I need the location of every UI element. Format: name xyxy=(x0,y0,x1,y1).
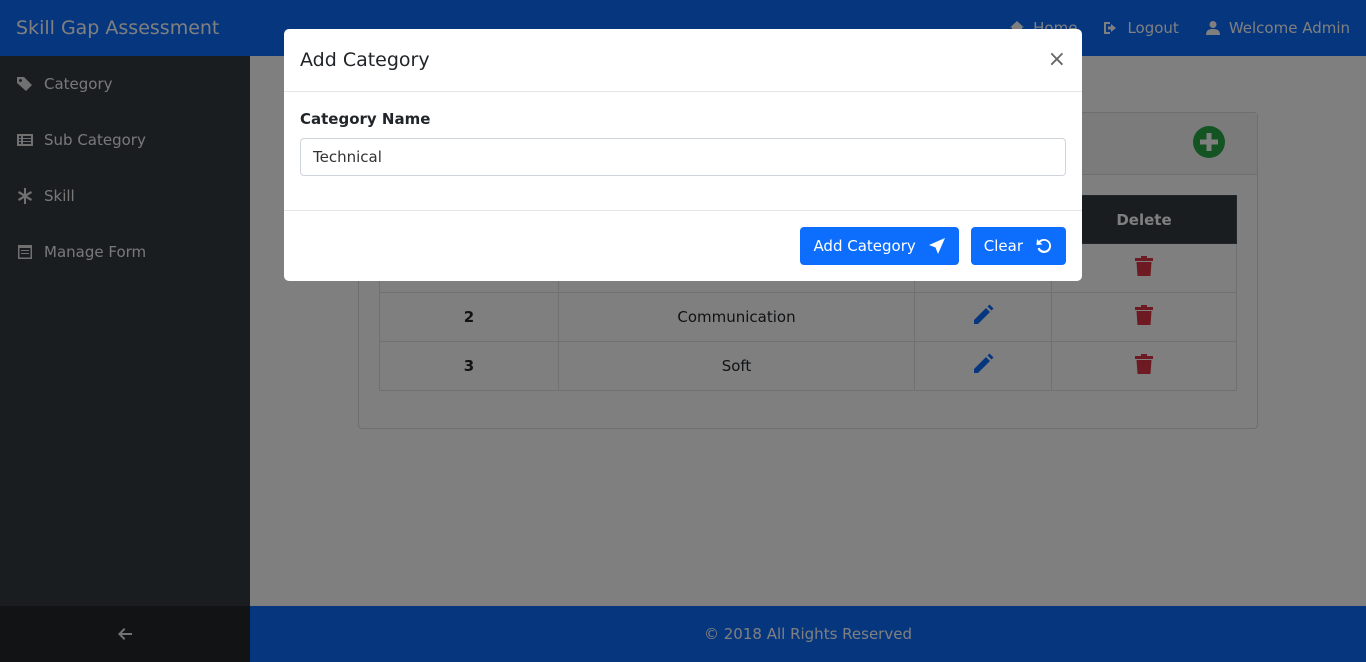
paper-plane-icon xyxy=(928,237,945,254)
modal-title: Add Category xyxy=(300,49,430,71)
close-icon[interactable]: × xyxy=(1048,49,1066,71)
clear-button-label: Clear xyxy=(983,236,1023,255)
modal-body: Category Name xyxy=(284,92,1082,211)
modal-header: Add Category × xyxy=(284,29,1082,92)
add-category-modal: Add Category × Category Name Add Categor… xyxy=(284,29,1082,281)
add-category-button-label: Add Category xyxy=(813,236,916,255)
clear-button[interactable]: Clear xyxy=(970,226,1066,265)
modal-footer: Add Category Clear xyxy=(284,211,1082,280)
add-category-button[interactable]: Add Category xyxy=(800,226,959,265)
category-name-label: Category Name xyxy=(300,110,431,128)
undo-icon xyxy=(1036,238,1052,253)
category-name-input[interactable] xyxy=(300,138,1066,176)
